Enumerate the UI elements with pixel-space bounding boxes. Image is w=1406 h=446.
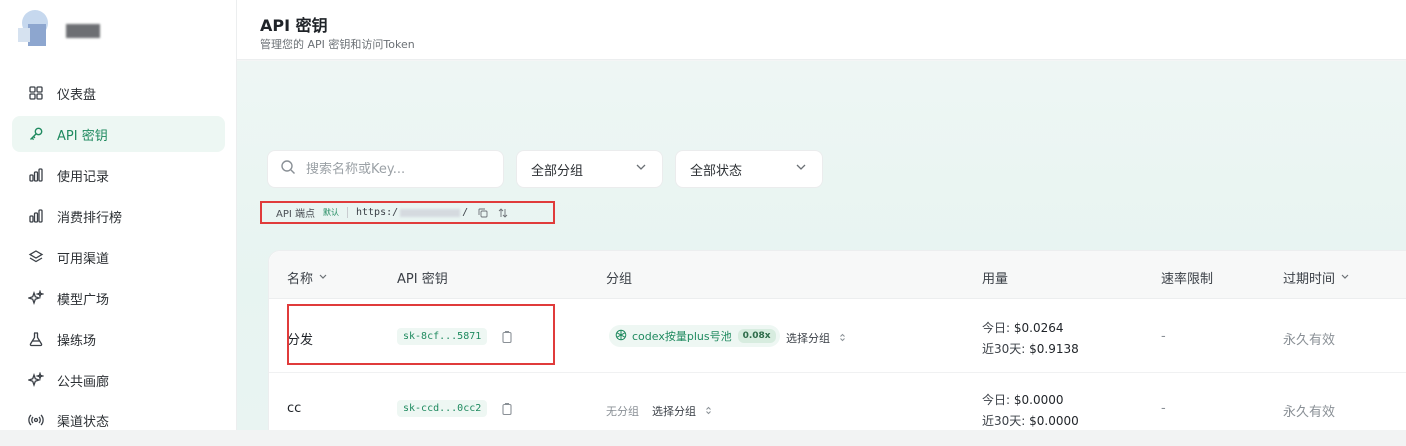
sidebar-item-label: 渠道状态 xyxy=(57,414,110,430)
sidebar-item-label: 可用渠道 xyxy=(57,251,110,267)
default-badge: 默认 xyxy=(323,208,339,217)
column-usage-header: 用量 xyxy=(982,272,1009,287)
expiry-value: 永久有效 xyxy=(1283,405,1336,420)
divider xyxy=(347,207,348,218)
sidebar-item-leaderboard[interactable]: 消费排行榜 xyxy=(12,198,225,234)
bottom-strip xyxy=(0,430,1406,446)
copy-icon[interactable] xyxy=(500,401,514,416)
search-icon xyxy=(280,159,306,179)
chevron-down-icon xyxy=(1335,270,1350,285)
openai-icon xyxy=(615,329,632,344)
page-subtitle: 管理您的 API 密钥和访问Token xyxy=(260,38,415,51)
search-input[interactable] xyxy=(306,161,486,177)
select-group-dropdown[interactable]: 选择分组 xyxy=(786,330,847,346)
sidebar: 仪表盘 API 密钥 使用记录 消费排行榜 可用渠道 模型广场 操练场 公共画廊… xyxy=(0,0,237,430)
switch-icon[interactable] xyxy=(498,207,508,218)
sidebar-item-model-plaza[interactable]: 模型广场 xyxy=(12,280,225,316)
key-name: cc xyxy=(287,401,302,416)
sidebar-item-label: 使用记录 xyxy=(57,169,110,185)
sidebar-item-gallery[interactable]: 公共画廊 xyxy=(12,362,225,398)
usage-today: 今日: $0.0000 xyxy=(982,393,1064,407)
endpoint-url-redacted xyxy=(400,208,461,217)
grid-icon xyxy=(27,84,45,102)
status-filter-select[interactable]: 全部状态 xyxy=(675,150,823,188)
usage-30-days: 近30天: $0.9138 xyxy=(982,342,1079,356)
endpoint-url-suffix: / xyxy=(462,207,469,218)
group-filter-select[interactable]: 全部分组 xyxy=(516,150,663,188)
table-header: 名称 API 密钥 分组 用量 速率限制 过期时间 xyxy=(269,251,1406,299)
no-group-label: 无分组 xyxy=(606,405,639,418)
main-content: 全部分组 全部状态 API 端点 默认 https:/ / 名称 API xyxy=(237,61,1406,430)
sparkle-icon xyxy=(27,371,45,389)
api-endpoint-bar: API 端点 默认 https:/ / xyxy=(260,201,555,224)
endpoint-label: API 端点 xyxy=(276,209,315,220)
group-tag: codex按量plus号池 0.08x xyxy=(609,325,780,347)
sidebar-item-dashboard[interactable]: 仪表盘 xyxy=(12,75,225,111)
column-group-header: 分组 xyxy=(606,272,633,287)
column-key-header: API 密钥 xyxy=(397,272,448,287)
usage-today: 今日: $0.0264 xyxy=(982,321,1064,335)
rate-limit-value: - xyxy=(1161,401,1166,416)
sort-arrows-icon xyxy=(830,332,847,345)
copy-icon[interactable] xyxy=(478,208,488,218)
sidebar-item-api-keys[interactable]: API 密钥 xyxy=(12,116,225,152)
group-filter-value: 全部分组 xyxy=(531,163,584,179)
sidebar-item-playground[interactable]: 操练场 xyxy=(12,321,225,357)
sidebar-item-label: 消费排行榜 xyxy=(57,210,123,226)
highlight-box xyxy=(287,304,555,365)
bar-chart-icon xyxy=(27,207,45,225)
column-name-header[interactable]: 名称 xyxy=(287,268,328,287)
api-key-value: sk-ccd...0cc2 xyxy=(397,400,488,417)
group-ratio-badge: 0.08x xyxy=(737,329,776,343)
sparkle-icon xyxy=(27,289,45,307)
chevron-down-icon xyxy=(313,270,328,285)
sidebar-item-channels[interactable]: 可用渠道 xyxy=(12,239,225,275)
column-expiry-header[interactable]: 过期时间 xyxy=(1283,268,1350,287)
endpoint-url-prefix: https:/ xyxy=(356,207,399,218)
signal-icon xyxy=(27,411,45,429)
status-filter-value: 全部状态 xyxy=(690,163,743,179)
sidebar-item-label: 公共画廊 xyxy=(57,374,110,390)
layers-icon xyxy=(27,248,45,266)
app-logo[interactable] xyxy=(18,10,52,50)
select-group-dropdown[interactable]: 选择分组 xyxy=(652,403,713,419)
flask-icon xyxy=(27,330,45,348)
page-header: API 密钥 管理您的 API 密钥和访问Token xyxy=(237,0,1406,60)
bar-chart-icon xyxy=(27,166,45,184)
chevron-down-icon xyxy=(634,160,648,178)
rate-limit-value: - xyxy=(1161,329,1166,344)
brand-name-redacted xyxy=(66,24,100,38)
key-icon xyxy=(27,125,45,143)
sidebar-item-usage-log[interactable]: 使用记录 xyxy=(12,157,225,193)
column-rate-limit-header: 速率限制 xyxy=(1161,272,1214,287)
sidebar-item-label: API 密钥 xyxy=(57,128,108,144)
expiry-value: 永久有效 xyxy=(1283,333,1336,348)
sidebar-item-label: 模型广场 xyxy=(57,292,110,308)
chevron-down-icon xyxy=(794,160,808,178)
usage-30-days: 近30天: $0.0000 xyxy=(982,414,1079,428)
search-box[interactable] xyxy=(267,150,504,188)
group-name: codex按量plus号池 xyxy=(632,330,732,343)
sidebar-item-label: 操练场 xyxy=(57,333,97,349)
sort-arrows-icon xyxy=(696,405,713,418)
page-title: API 密钥 xyxy=(260,16,328,35)
sidebar-item-label: 仪表盘 xyxy=(57,87,97,103)
